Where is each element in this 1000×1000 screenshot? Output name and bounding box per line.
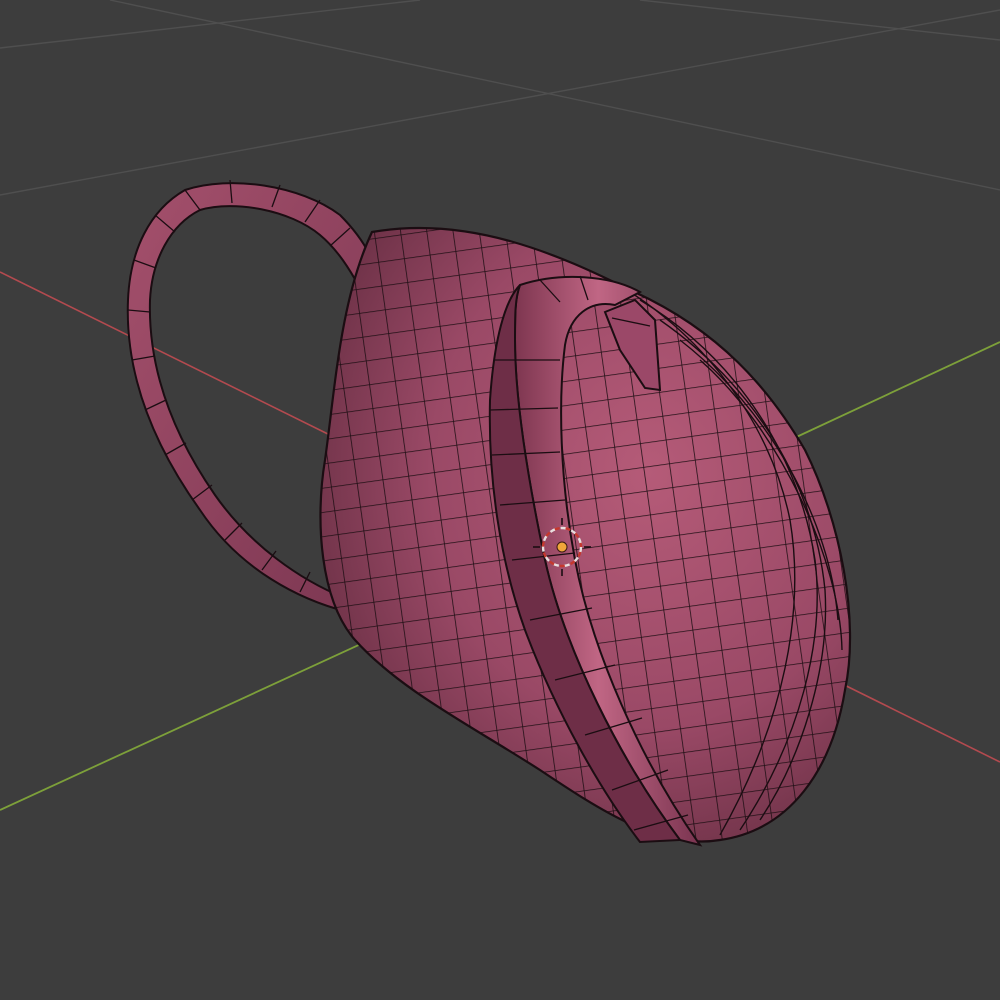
3d-viewport[interactable] bbox=[0, 0, 1000, 1000]
viewport-canvas[interactable] bbox=[0, 0, 1000, 1000]
